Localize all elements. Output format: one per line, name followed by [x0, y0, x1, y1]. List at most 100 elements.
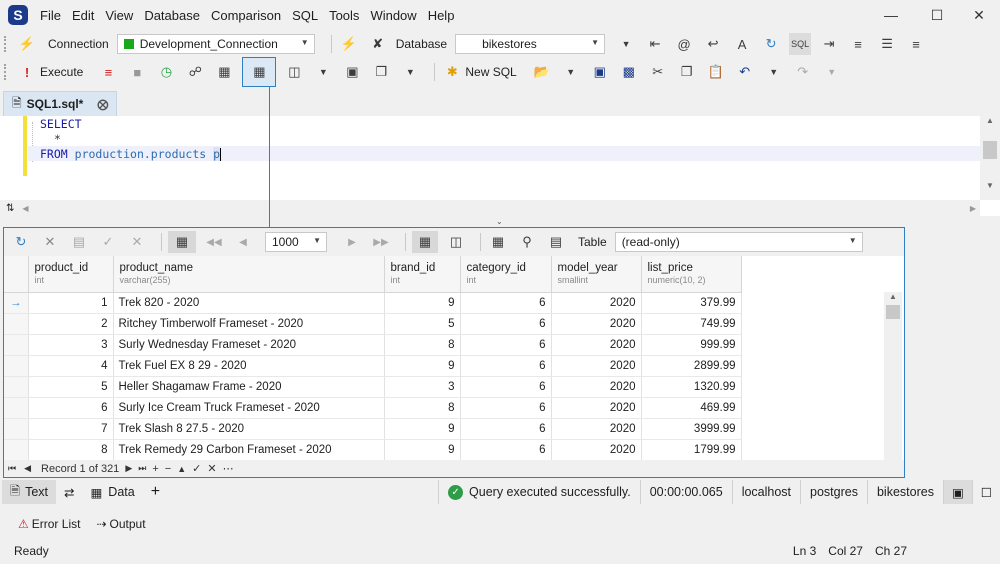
- cancel-record-icon[interactable]: ✕: [207, 462, 216, 475]
- cell-list-price[interactable]: 1799.99: [641, 439, 742, 461]
- maximize-button[interactable]: ☐: [914, 0, 960, 30]
- parameters-icon[interactable]: @: [673, 33, 695, 55]
- first-record-icon[interactable]: ⏮: [8, 463, 16, 474]
- execute-current-icon[interactable]: ≡: [97, 61, 119, 83]
- query-profiler-icon[interactable]: ☍: [184, 61, 206, 83]
- last-page-icon[interactable]: ▶▶: [370, 231, 392, 253]
- tab-sql1[interactable]: 🗎 SQL1.sql* ⨂: [3, 91, 117, 116]
- cell-brand-id[interactable]: 9: [384, 355, 461, 377]
- menu-window[interactable]: Window: [370, 8, 416, 23]
- cell-brand-id[interactable]: 3: [384, 376, 461, 398]
- menu-edit[interactable]: Edit: [72, 8, 94, 23]
- prev-record-icon[interactable]: ◀: [24, 463, 31, 474]
- minimize-button[interactable]: —: [868, 0, 914, 30]
- undo-icon[interactable]: ↶: [734, 61, 756, 83]
- sql-mode-icon[interactable]: SQL: [789, 33, 812, 55]
- cell-product-name[interactable]: Surly Wednesday Frameset - 2020: [113, 334, 385, 356]
- table-row[interactable]: 8 Trek Remedy 29 Carbon Frameset - 2020 9 6…: [4, 439, 742, 461]
- cell-product-id[interactable]: 3: [28, 334, 114, 356]
- editor-vertical-scrollbar[interactable]: ▲ ▼: [980, 116, 1000, 200]
- cell-product-id[interactable]: 1: [28, 292, 114, 314]
- cell-product-id[interactable]: 7: [28, 418, 114, 440]
- tab-data[interactable]: ▦ Data: [82, 480, 142, 504]
- row-selector[interactable]: [4, 397, 29, 419]
- align-icon[interactable]: ≡: [847, 33, 869, 55]
- last-record-icon[interactable]: ⏭: [138, 463, 146, 474]
- column-header-product-id[interactable]: product_id int: [28, 256, 114, 293]
- refresh-results-icon[interactable]: ↻: [10, 231, 32, 253]
- cell-brand-id[interactable]: 8: [384, 334, 461, 356]
- chevron-down-icon[interactable]: ▼: [763, 61, 785, 83]
- cell-model-year[interactable]: 2020: [551, 355, 642, 377]
- redo-icon[interactable]: ↷: [792, 61, 814, 83]
- split-icon[interactable]: ⇅: [6, 203, 14, 214]
- scroll-thumb[interactable]: [983, 141, 997, 159]
- table-row[interactable]: → 1 Trek 820 - 2020 9 6 2020 379.99: [4, 292, 742, 314]
- panel-layout-icon[interactable]: ▣: [942, 480, 972, 504]
- add-tab-button[interactable]: +: [143, 480, 168, 504]
- panel-maximize-icon[interactable]: ☐: [971, 480, 1000, 504]
- cell-product-id[interactable]: 8: [28, 439, 114, 461]
- format-icon[interactable]: ↩: [702, 33, 724, 55]
- chevron-down-icon[interactable]: ▼: [312, 61, 334, 83]
- apply-icon[interactable]: ✓: [97, 231, 119, 253]
- scroll-up-icon[interactable]: ▲: [980, 116, 1000, 125]
- database-select[interactable]: bikestores ▼: [455, 34, 606, 54]
- text-case-icon[interactable]: A: [731, 33, 753, 55]
- column-header-brand-id[interactable]: brand_id int: [384, 256, 461, 293]
- view-mode-select[interactable]: (read-only) ▼: [614, 232, 863, 252]
- sql-editor[interactable]: SELECT * FROM production.products p ▲ ▼ …: [0, 116, 1000, 216]
- save-icon[interactable]: ▣: [589, 61, 611, 83]
- close-window-button[interactable]: ✕: [958, 0, 1000, 30]
- cell-model-year[interactable]: 2020: [551, 439, 642, 461]
- table-row[interactable]: 7 Trek Slash 8 27.5 - 2020 9 6 2020 3999.99: [4, 418, 742, 440]
- cell-list-price[interactable]: 1320.99: [641, 376, 742, 398]
- tab-error-list[interactable]: ⚠ Error List: [10, 512, 88, 536]
- toolbar-grip[interactable]: [4, 64, 8, 80]
- history-icon[interactable]: ◷: [155, 61, 177, 83]
- copy-results-icon[interactable]: ❐: [370, 61, 392, 83]
- cell-product-id[interactable]: 4: [28, 355, 114, 377]
- explain-plan-icon[interactable]: ▦: [213, 61, 235, 83]
- post-record-icon[interactable]: ✓: [192, 462, 201, 475]
- results-toggle-icon[interactable]: ▦: [242, 57, 277, 87]
- cell-list-price[interactable]: 469.99: [641, 397, 742, 419]
- cell-product-name[interactable]: Trek Slash 8 27.5 - 2020: [113, 418, 385, 440]
- row-selector[interactable]: →: [4, 292, 29, 314]
- cell-list-price[interactable]: 2899.99: [641, 355, 742, 377]
- cell-product-id[interactable]: 6: [28, 397, 114, 419]
- cell-product-id[interactable]: 5: [28, 376, 114, 398]
- cell-model-year[interactable]: 2020: [551, 313, 642, 335]
- new-sql-icon[interactable]: ✱: [441, 61, 463, 83]
- editor-horizontal-scrollbar[interactable]: ⇅ ◀ ▶: [0, 200, 980, 216]
- next-page-icon[interactable]: ▶: [341, 231, 363, 253]
- disconnect-icon[interactable]: ✘: [367, 33, 389, 55]
- column-header-list-price[interactable]: list_price numeric(10, 2): [641, 256, 742, 293]
- cell-category-id[interactable]: 6: [460, 313, 552, 335]
- list-icon[interactable]: ☰: [876, 33, 898, 55]
- menu-view[interactable]: View: [105, 8, 133, 23]
- save-all-icon[interactable]: ▩: [618, 61, 640, 83]
- toolbar-grip[interactable]: [4, 36, 8, 52]
- chevron-down-icon[interactable]: ▼: [399, 61, 421, 83]
- cell-category-id[interactable]: 6: [460, 292, 552, 314]
- paste-icon[interactable]: 📋: [705, 61, 727, 83]
- next-record-icon[interactable]: ▶: [125, 463, 132, 474]
- row-selector[interactable]: [4, 418, 29, 440]
- chevron-down-icon[interactable]: ▼: [560, 61, 582, 83]
- comment-icon[interactable]: ≡: [905, 33, 927, 55]
- tab-swap[interactable]: ⇄: [56, 480, 82, 504]
- table-row[interactable]: 5 Heller Shagamaw Frame - 2020 3 6 2020 1320.…: [4, 376, 742, 398]
- table-row[interactable]: 4 Trek Fuel EX 8 29 - 2020 9 6 2020 2899.99: [4, 355, 742, 377]
- stop-icon[interactable]: ■: [126, 61, 148, 83]
- scroll-thumb[interactable]: [886, 305, 900, 319]
- outdent-icon[interactable]: ⇥: [818, 33, 840, 55]
- cell-model-year[interactable]: 2020: [551, 397, 642, 419]
- table-row[interactable]: 3 Surly Wednesday Frameset - 2020 8 6 2020 99…: [4, 334, 742, 356]
- menu-database[interactable]: Database: [144, 8, 200, 23]
- cell-product-id[interactable]: 2: [28, 313, 114, 335]
- column-header-model-year[interactable]: model_year smallint: [551, 256, 642, 293]
- scroll-right-icon[interactable]: ▶: [970, 204, 976, 213]
- first-page-icon[interactable]: ◀◀: [203, 231, 225, 253]
- cell-brand-id[interactable]: 5: [384, 313, 461, 335]
